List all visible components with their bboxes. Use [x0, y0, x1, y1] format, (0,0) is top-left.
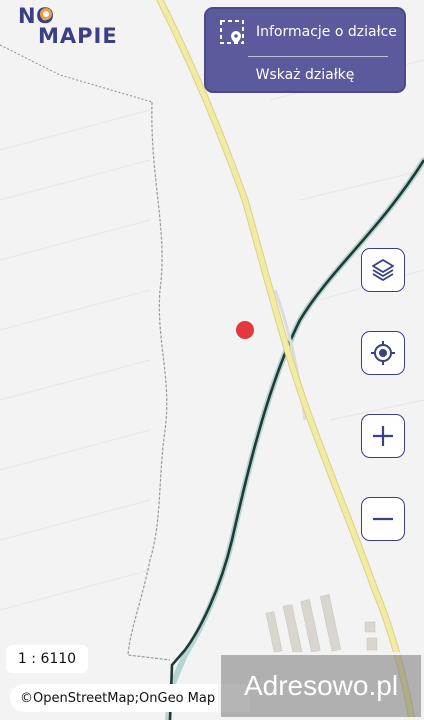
crosshair-icon	[371, 341, 395, 365]
zoom-in-button[interactable]	[361, 414, 405, 458]
logo-pin-icon	[40, 8, 52, 20]
layers-button[interactable]	[361, 248, 405, 292]
locate-me-button[interactable]	[361, 331, 405, 375]
logo-text-bottom: MAPIE	[38, 24, 118, 48]
layers-icon	[372, 259, 394, 281]
nomapie-logo[interactable]: NO MAPIE	[18, 4, 128, 50]
panel-divider	[248, 56, 388, 57]
map-attribution[interactable]: ©OpenStreetMap;OnGeo Map	[10, 684, 250, 712]
parcel-info-button[interactable]: Informacje o działce	[206, 9, 404, 55]
map-scale: 1 : 6110	[6, 645, 88, 673]
zoom-out-button[interactable]	[361, 497, 405, 541]
parcel-select-icon	[220, 20, 244, 44]
parcel-info-panel: Informacje o działce Wskaż działkę	[204, 7, 406, 93]
minus-icon	[373, 517, 393, 521]
watermark: Adresowo.pl	[218, 652, 424, 720]
parcel-info-label: Informacje o działce	[256, 24, 397, 40]
location-marker	[236, 321, 254, 339]
pick-parcel-button[interactable]: Wskaż działkę	[206, 59, 404, 91]
plus-icon	[373, 426, 393, 446]
